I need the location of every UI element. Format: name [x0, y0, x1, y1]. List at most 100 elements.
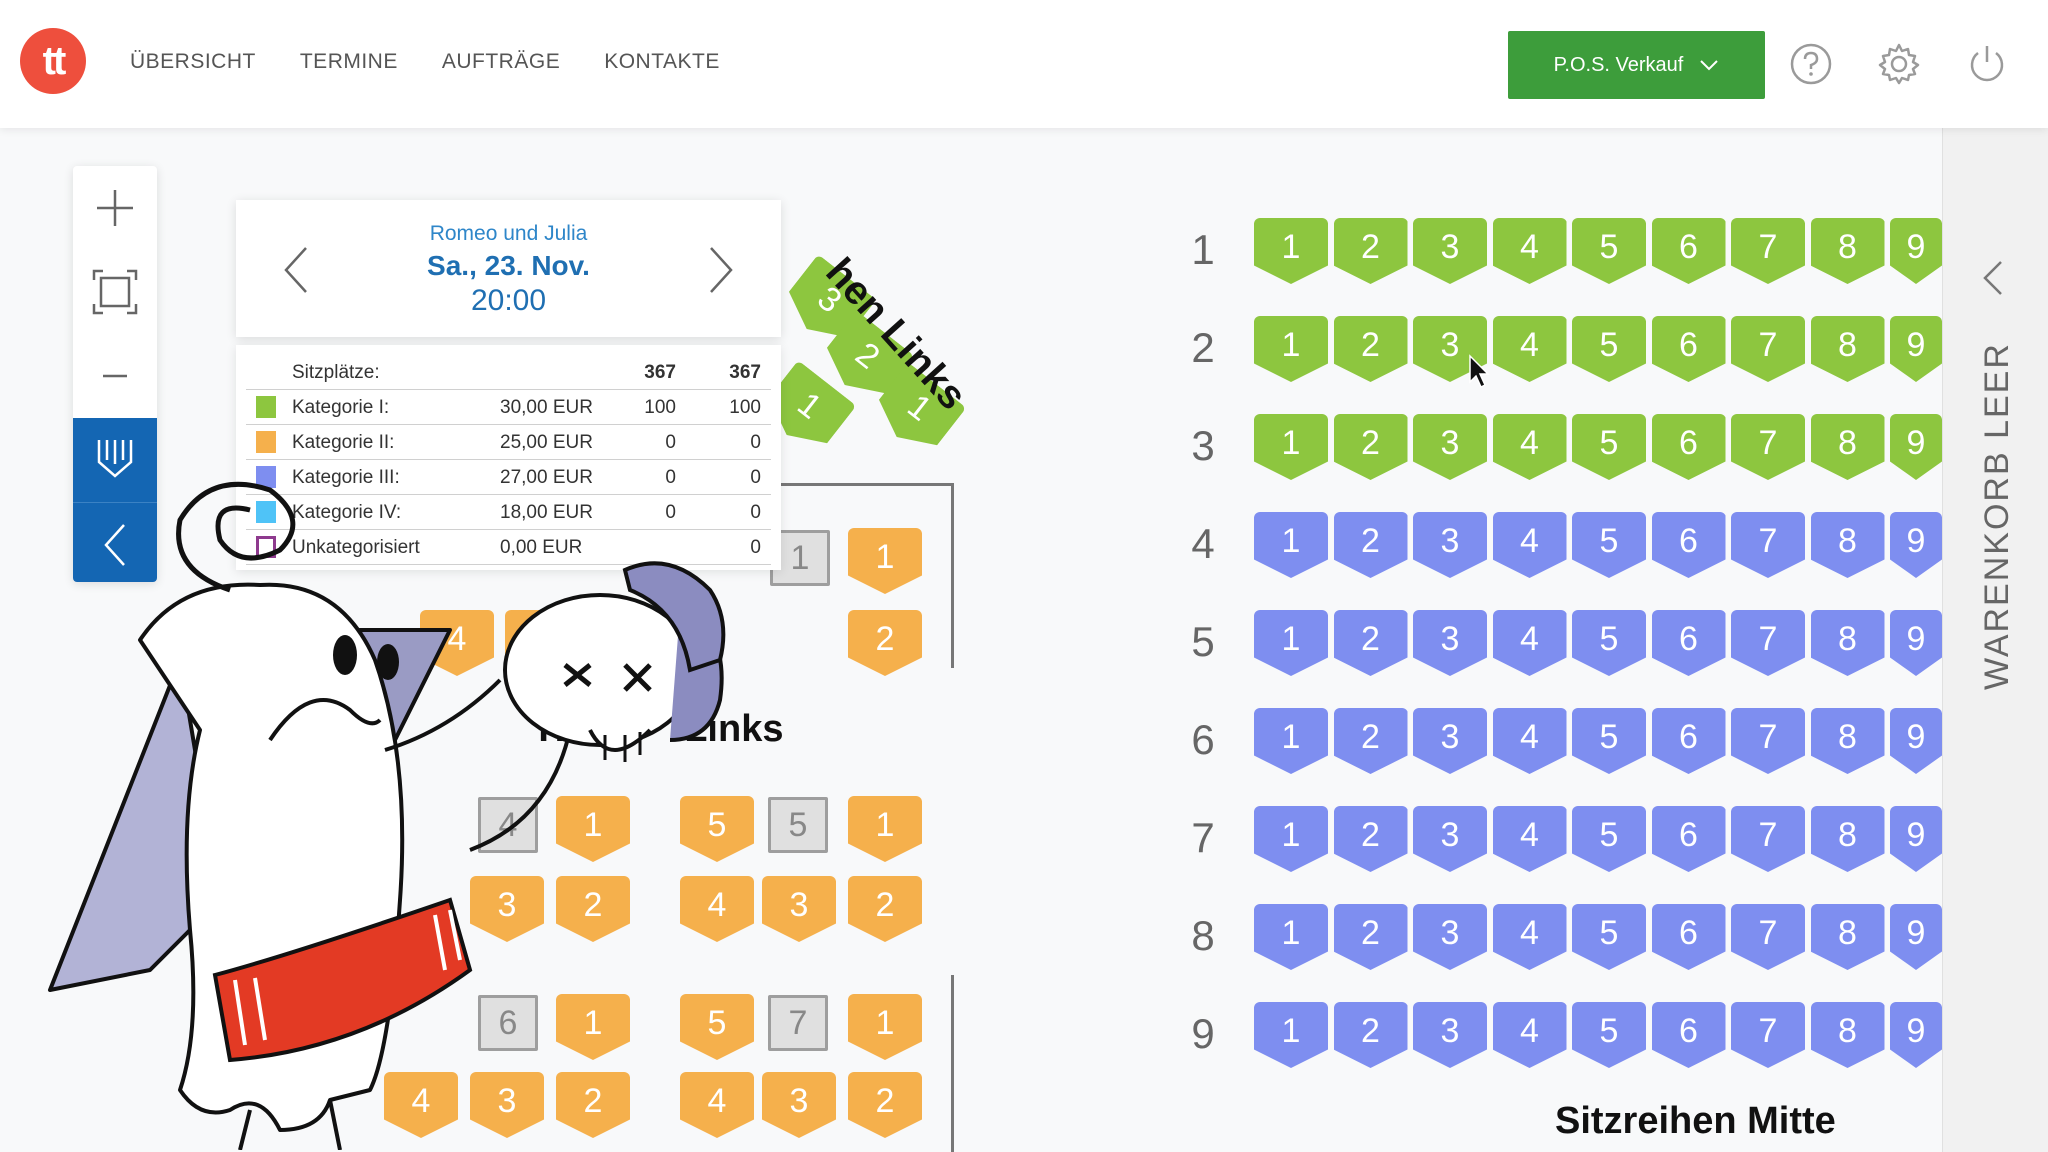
seat-row5-1[interactable]: 1 [1254, 610, 1328, 676]
seat-row2-6[interactable]: 6 [1651, 316, 1726, 382]
seat-row2-5[interactable]: 5 [1572, 316, 1646, 382]
seat-row5-6[interactable]: 6 [1651, 610, 1726, 676]
seat-t1-2[interactable]: 2 [848, 610, 922, 676]
seat-row4-9[interactable]: 9 [1890, 512, 1942, 578]
seat-row3-9[interactable]: 9 [1890, 414, 1942, 480]
seat-row9-6[interactable]: 6 [1651, 1002, 1726, 1068]
seat-row9-3[interactable]: 3 [1413, 1002, 1487, 1068]
seat-row2-9[interactable]: 9 [1890, 316, 1942, 382]
seat-row5-8[interactable]: 8 [1810, 610, 1885, 676]
seat-t7-2[interactable]: 2 [848, 1072, 922, 1138]
seat-row6-9[interactable]: 9 [1890, 708, 1942, 774]
next-date-icon[interactable] [701, 242, 741, 298]
seat-t1-1[interactable]: 1 [848, 528, 922, 594]
fit-to-screen-button[interactable] [73, 250, 157, 334]
zoom-out-button[interactable] [73, 334, 157, 418]
help-icon[interactable] [1789, 42, 1833, 86]
seat-row7-8[interactable]: 8 [1810, 806, 1885, 872]
seat-row3-1[interactable]: 1 [1254, 414, 1328, 480]
nav-kontakte[interactable]: KONTAKTE [604, 50, 720, 74]
seat-row5-4[interactable]: 4 [1492, 610, 1567, 676]
seat-row2-1[interactable]: 1 [1254, 316, 1328, 382]
seat-row7-2[interactable]: 2 [1333, 806, 1408, 872]
seat-row8-8[interactable]: 8 [1810, 904, 1885, 970]
seat-row5-2[interactable]: 2 [1333, 610, 1408, 676]
seat-row8-3[interactable]: 3 [1413, 904, 1487, 970]
seat-row8-6[interactable]: 6 [1651, 904, 1726, 970]
seat-row7-6[interactable]: 6 [1651, 806, 1726, 872]
seat-row8-1[interactable]: 1 [1254, 904, 1328, 970]
seat-row2-2[interactable]: 2 [1333, 316, 1408, 382]
seat-row6-3[interactable]: 3 [1413, 708, 1487, 774]
seat-row9-2[interactable]: 2 [1333, 1002, 1408, 1068]
seat-row2-7[interactable]: 7 [1731, 316, 1805, 382]
seat-row7-9[interactable]: 9 [1890, 806, 1942, 872]
seat-row8-9[interactable]: 9 [1890, 904, 1942, 970]
seat-row6-7[interactable]: 7 [1731, 708, 1805, 774]
seat-row9-8[interactable]: 8 [1810, 1002, 1885, 1068]
seat-row6-1[interactable]: 1 [1254, 708, 1328, 774]
seat-row6-2[interactable]: 2 [1333, 708, 1408, 774]
seat-row1-1[interactable]: 1 [1254, 218, 1328, 284]
seat-row4-4[interactable]: 4 [1492, 512, 1567, 578]
seat-row5-9[interactable]: 9 [1890, 610, 1942, 676]
seat-row6-4[interactable]: 4 [1492, 708, 1567, 774]
seat-row1-6[interactable]: 6 [1651, 218, 1726, 284]
seat-row9-7[interactable]: 7 [1731, 1002, 1805, 1068]
seat-row5-7[interactable]: 7 [1731, 610, 1805, 676]
seat-row4-8[interactable]: 8 [1810, 512, 1885, 578]
seat-row1-8[interactable]: 8 [1810, 218, 1885, 284]
seat-row1-4[interactable]: 4 [1492, 218, 1567, 284]
seat-row4-7[interactable]: 7 [1731, 512, 1805, 578]
seat-row2-4[interactable]: 4 [1492, 316, 1567, 382]
seat-row5-3[interactable]: 3 [1413, 610, 1487, 676]
seat-row4-3[interactable]: 3 [1413, 512, 1487, 578]
chevron-left-icon[interactable] [1981, 258, 2005, 298]
power-icon[interactable] [1965, 42, 2009, 86]
pos-sale-dropdown[interactable]: P.O.S. Verkauf [1508, 31, 1765, 99]
seat-row3-5[interactable]: 5 [1572, 414, 1646, 480]
seat-row1-5[interactable]: 5 [1572, 218, 1646, 284]
seat-t5-1[interactable]: 1 [848, 796, 922, 862]
settings-gear-icon[interactable] [1877, 42, 1921, 86]
seat-row6-5[interactable]: 5 [1572, 708, 1646, 774]
seat-row7-7[interactable]: 7 [1731, 806, 1805, 872]
seat-row7-5[interactable]: 5 [1572, 806, 1646, 872]
seat-row7-1[interactable]: 1 [1254, 806, 1328, 872]
seat-row4-5[interactable]: 5 [1572, 512, 1646, 578]
seat-row9-9[interactable]: 9 [1890, 1002, 1942, 1068]
seat-row9-5[interactable]: 5 [1572, 1002, 1646, 1068]
seat-row1-9[interactable]: 9 [1890, 218, 1942, 284]
seat-row4-1[interactable]: 1 [1254, 512, 1328, 578]
seat-row7-3[interactable]: 3 [1413, 806, 1487, 872]
seat-row8-5[interactable]: 5 [1572, 904, 1646, 970]
nav-uebersicht[interactable]: ÜBERSICHT [130, 50, 256, 74]
nav-auftraege[interactable]: AUFTRÄGE [442, 50, 560, 74]
seat-row3-6[interactable]: 6 [1651, 414, 1726, 480]
seat-row3-3[interactable]: 3 [1413, 414, 1487, 480]
seat-t5-2[interactable]: 2 [848, 876, 922, 942]
zoom-in-button[interactable] [73, 166, 157, 250]
logo[interactable]: tt [20, 28, 86, 94]
seat-row3-4[interactable]: 4 [1492, 414, 1567, 480]
seat-row1-2[interactable]: 2 [1333, 218, 1408, 284]
seat-row8-7[interactable]: 7 [1731, 904, 1805, 970]
seat-row2-8[interactable]: 8 [1810, 316, 1885, 382]
seat-row8-2[interactable]: 2 [1333, 904, 1408, 970]
seat-row5-5[interactable]: 5 [1572, 610, 1646, 676]
seat-row1-3[interactable]: 3 [1413, 218, 1487, 284]
seat-row3-8[interactable]: 8 [1810, 414, 1885, 480]
seat-row8-4[interactable]: 4 [1492, 904, 1567, 970]
seat-row3-7[interactable]: 7 [1731, 414, 1805, 480]
seat-row4-6[interactable]: 6 [1651, 512, 1726, 578]
nav-termine[interactable]: TERMINE [300, 50, 398, 74]
seat-row6-6[interactable]: 6 [1651, 708, 1726, 774]
seat-row4-2[interactable]: 2 [1333, 512, 1408, 578]
seat-row9-1[interactable]: 1 [1254, 1002, 1328, 1068]
seat-row9-4[interactable]: 4 [1492, 1002, 1567, 1068]
seat-row3-2[interactable]: 2 [1333, 414, 1408, 480]
seat-t7-1[interactable]: 1 [848, 994, 922, 1060]
seat-row1-7[interactable]: 7 [1731, 218, 1805, 284]
seat-row7-4[interactable]: 4 [1492, 806, 1567, 872]
seat-row6-8[interactable]: 8 [1810, 708, 1885, 774]
